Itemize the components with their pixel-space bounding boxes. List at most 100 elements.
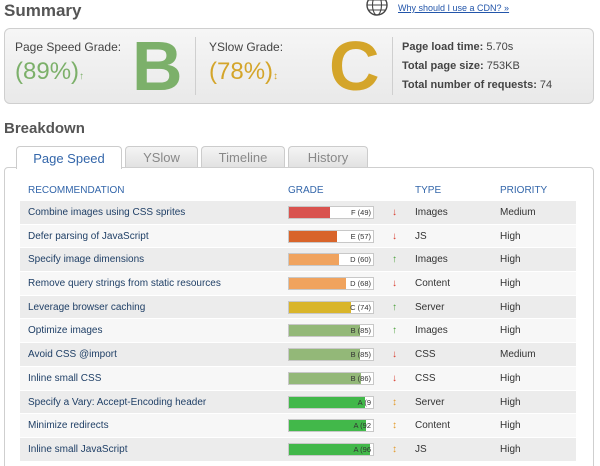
recommendation-text[interactable]: Leverage browser caching xyxy=(28,296,145,319)
yslow-grade-percent: (78%)↕ xyxy=(209,58,279,85)
stat-line: Page load time: 5.70s xyxy=(402,38,552,57)
type-cell: JS xyxy=(415,443,427,455)
grade-label: D (68) xyxy=(350,279,371,289)
tab-history[interactable]: History xyxy=(288,146,368,168)
grade-label: B (85) xyxy=(350,326,371,336)
updown-arrow-icon: ↕ xyxy=(392,420,397,432)
grade-label: A (92 xyxy=(353,421,371,431)
grade-bar-fill xyxy=(289,254,340,266)
summary-title: Summary xyxy=(4,1,82,20)
table-row[interactable]: Specify image dimensions D (60) ↑ Images Hig… xyxy=(20,248,576,273)
table-row[interactable]: Specify a Vary: Accept-Encoding header A … xyxy=(20,390,576,415)
col-grade[interactable]: GRADE xyxy=(288,185,324,196)
grade-label: A (96 xyxy=(353,444,371,454)
type-cell: Server xyxy=(415,301,445,313)
table-row[interactable]: Minimize redirects A (92 ↕ Content High xyxy=(20,414,576,438)
grade-label: B (86) xyxy=(350,373,371,383)
grade-bar-fill xyxy=(289,278,347,290)
recommendation-text[interactable]: Avoid CSS @import xyxy=(28,343,117,366)
yslow-grade-letter: C xyxy=(329,27,380,105)
table-header: RECOMMENDATION GRADE TYPE PRIORITY xyxy=(24,185,576,199)
grade-bar-fill xyxy=(289,396,365,408)
grade-label: D (60) xyxy=(350,255,371,265)
grade-bar: D (68) xyxy=(288,277,374,291)
priority-cell: High xyxy=(500,230,521,242)
recommendation-text[interactable]: Inline small CSS xyxy=(28,367,101,390)
globe-icon xyxy=(366,0,388,16)
down-arrow-icon: ↓ xyxy=(392,278,397,290)
type-cell: JS xyxy=(415,230,427,242)
table-row[interactable]: Leverage browser caching C (74) ↑ Server Hig… xyxy=(20,295,576,320)
divider xyxy=(392,37,393,95)
updown-arrow-icon: ↕ xyxy=(392,396,397,408)
tab-yslow[interactable]: YSlow xyxy=(125,146,198,168)
grade-bar: B (85) xyxy=(288,348,374,362)
yslow-grade-label: YSlow Grade: xyxy=(209,40,284,54)
stat-label: Page load time: xyxy=(402,41,484,53)
down-arrow-icon: ↓ xyxy=(392,230,397,242)
table-row[interactable]: Defer parsing of JavaScript E (57) ↓ JS High xyxy=(20,224,576,249)
col-priority[interactable]: PRIORITY xyxy=(500,185,547,196)
grade-bar: F (49) xyxy=(288,206,374,219)
grade-bar: B (86) xyxy=(288,371,374,385)
recommendation-text[interactable]: Remove query strings from static resourc… xyxy=(28,272,221,295)
stat-line: Total page size: 753KB xyxy=(402,57,552,76)
up-arrow-icon: ↑ xyxy=(79,71,85,82)
stat-value: 5.70s xyxy=(483,41,514,53)
priority-cell: Medium xyxy=(500,207,536,218)
grade-bar: D (60) xyxy=(288,253,374,267)
table-row[interactable]: Remove query strings from static resourc… xyxy=(20,272,576,296)
recommendation-text[interactable]: Minimize redirects xyxy=(28,414,109,437)
priority-cell: High xyxy=(500,396,521,408)
breakdown-tabs: Page Speed YSlow Timeline History xyxy=(16,146,371,169)
col-recommendation[interactable]: RECOMMENDATION xyxy=(28,185,124,196)
down-arrow-icon: ↓ xyxy=(392,372,397,384)
recommendation-text[interactable]: Inline small JavaScript xyxy=(28,438,127,461)
type-cell: Images xyxy=(415,207,448,218)
priority-cell: Medium xyxy=(500,349,536,361)
type-cell: CSS xyxy=(415,372,436,384)
grade-bar: B (85) xyxy=(288,324,374,338)
summary-box: Page Speed Grade: (89%)↑ B YSlow Grade: … xyxy=(4,28,594,104)
updown-arrow-icon: ↕ xyxy=(273,71,279,82)
grade-label: F (49) xyxy=(350,208,371,217)
up-arrow-icon: ↑ xyxy=(392,254,397,266)
priority-cell: High xyxy=(500,325,521,337)
grade-bar: A (92 xyxy=(288,419,374,433)
table-row[interactable]: Optimize images B (85) ↑ Images High xyxy=(20,319,576,344)
grade-label: B (85) xyxy=(350,350,371,360)
grade-bar: C (74) xyxy=(288,300,374,314)
table-row[interactable]: Inline small CSS B (86) ↓ CSS High xyxy=(20,366,576,391)
stat-line: Total number of requests: 74 xyxy=(402,76,552,95)
table-row[interactable]: Combine images using CSS sprites F (49) ↓ I… xyxy=(20,201,576,225)
breakdown-title: Breakdown xyxy=(4,120,85,137)
stat-value: 753KB xyxy=(483,60,520,72)
pagespeed-grade-label: Page Speed Grade: xyxy=(15,40,122,54)
col-type[interactable]: TYPE xyxy=(415,185,441,196)
stat-value: 74 xyxy=(536,79,553,91)
yslow-grade: YSlow Grade: (78%)↕ C xyxy=(196,29,392,103)
grade-bar: A (96 xyxy=(288,442,374,456)
updown-arrow-icon: ↕ xyxy=(392,443,397,455)
recommendation-text[interactable]: Specify image dimensions xyxy=(28,248,144,271)
cdn-link[interactable]: Why should I use a CDN? » xyxy=(398,3,509,13)
priority-cell: High xyxy=(500,372,521,384)
recommendation-text[interactable]: Optimize images xyxy=(28,319,102,342)
grade-label: C (74) xyxy=(350,302,371,312)
type-cell: Images xyxy=(415,325,448,337)
recommendation-text[interactable]: Combine images using CSS sprites xyxy=(28,201,185,224)
table-row[interactable]: Avoid CSS @import B (85) ↓ CSS Medium xyxy=(20,343,576,367)
priority-cell: High xyxy=(500,278,521,290)
up-arrow-icon: ↑ xyxy=(392,301,397,313)
grade-bar: A (9 xyxy=(288,395,374,409)
grade-label: A (9 xyxy=(357,397,371,407)
recommendation-text[interactable]: Defer parsing of JavaScript xyxy=(28,225,149,248)
table-row[interactable]: Inline small JavaScript A (96 ↕ JS High xyxy=(20,437,576,462)
pagespeed-grade-letter: B xyxy=(132,27,183,105)
type-cell: Content xyxy=(415,420,451,432)
tab-timeline[interactable]: Timeline xyxy=(201,146,285,168)
type-cell: Content xyxy=(415,278,451,290)
tab-page-speed[interactable]: Page Speed xyxy=(16,146,122,169)
recommendation-text[interactable]: Specify a Vary: Accept-Encoding header xyxy=(28,391,206,414)
cdn-link-group[interactable]: Why should I use a CDN? » xyxy=(362,0,509,16)
